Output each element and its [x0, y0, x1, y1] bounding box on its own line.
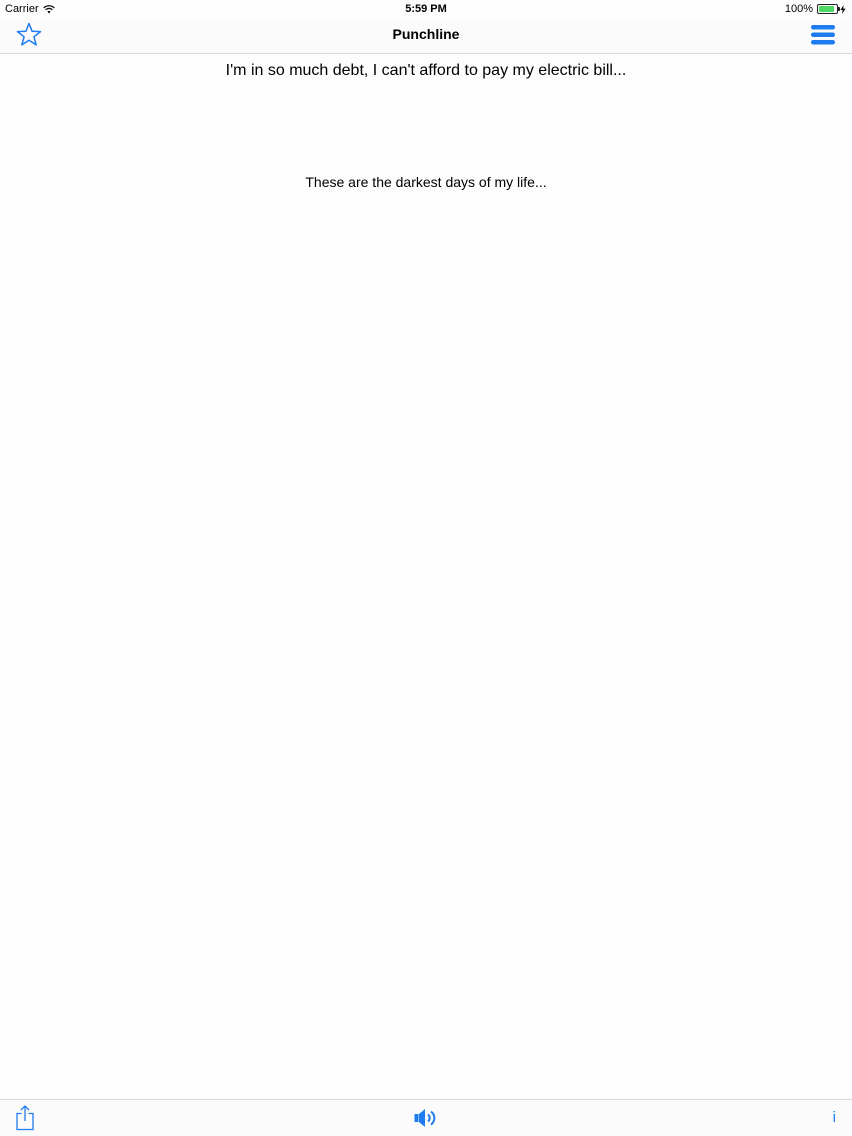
- menu-button[interactable]: [810, 23, 836, 47]
- app-screen: Carrier 5:59 PM 100% Punchline I'm in so…: [0, 0, 852, 1136]
- page-title: Punchline: [392, 26, 460, 42]
- status-bar: Carrier 5:59 PM 100%: [0, 0, 852, 18]
- joke-setup: I'm in so much debt, I can't afford to p…: [225, 62, 627, 79]
- status-right: 100%: [785, 0, 846, 18]
- share-icon: [16, 1105, 34, 1131]
- share-button[interactable]: [14, 1104, 36, 1132]
- navigation-bar: Punchline: [0, 18, 852, 54]
- speak-button[interactable]: [413, 1107, 439, 1129]
- bottom-toolbar: i: [0, 1099, 852, 1136]
- charging-bolt-icon: [840, 4, 846, 14]
- battery-icon: [817, 4, 840, 14]
- status-time: 5:59 PM: [405, 3, 447, 15]
- battery-percent: 100%: [784, 3, 813, 15]
- speaker-icon: [414, 1109, 436, 1127]
- menu-icon: [811, 25, 835, 45]
- info-button[interactable]: i: [833, 1109, 836, 1127]
- joke-punchline: These are the darkest days of my life...: [305, 174, 547, 190]
